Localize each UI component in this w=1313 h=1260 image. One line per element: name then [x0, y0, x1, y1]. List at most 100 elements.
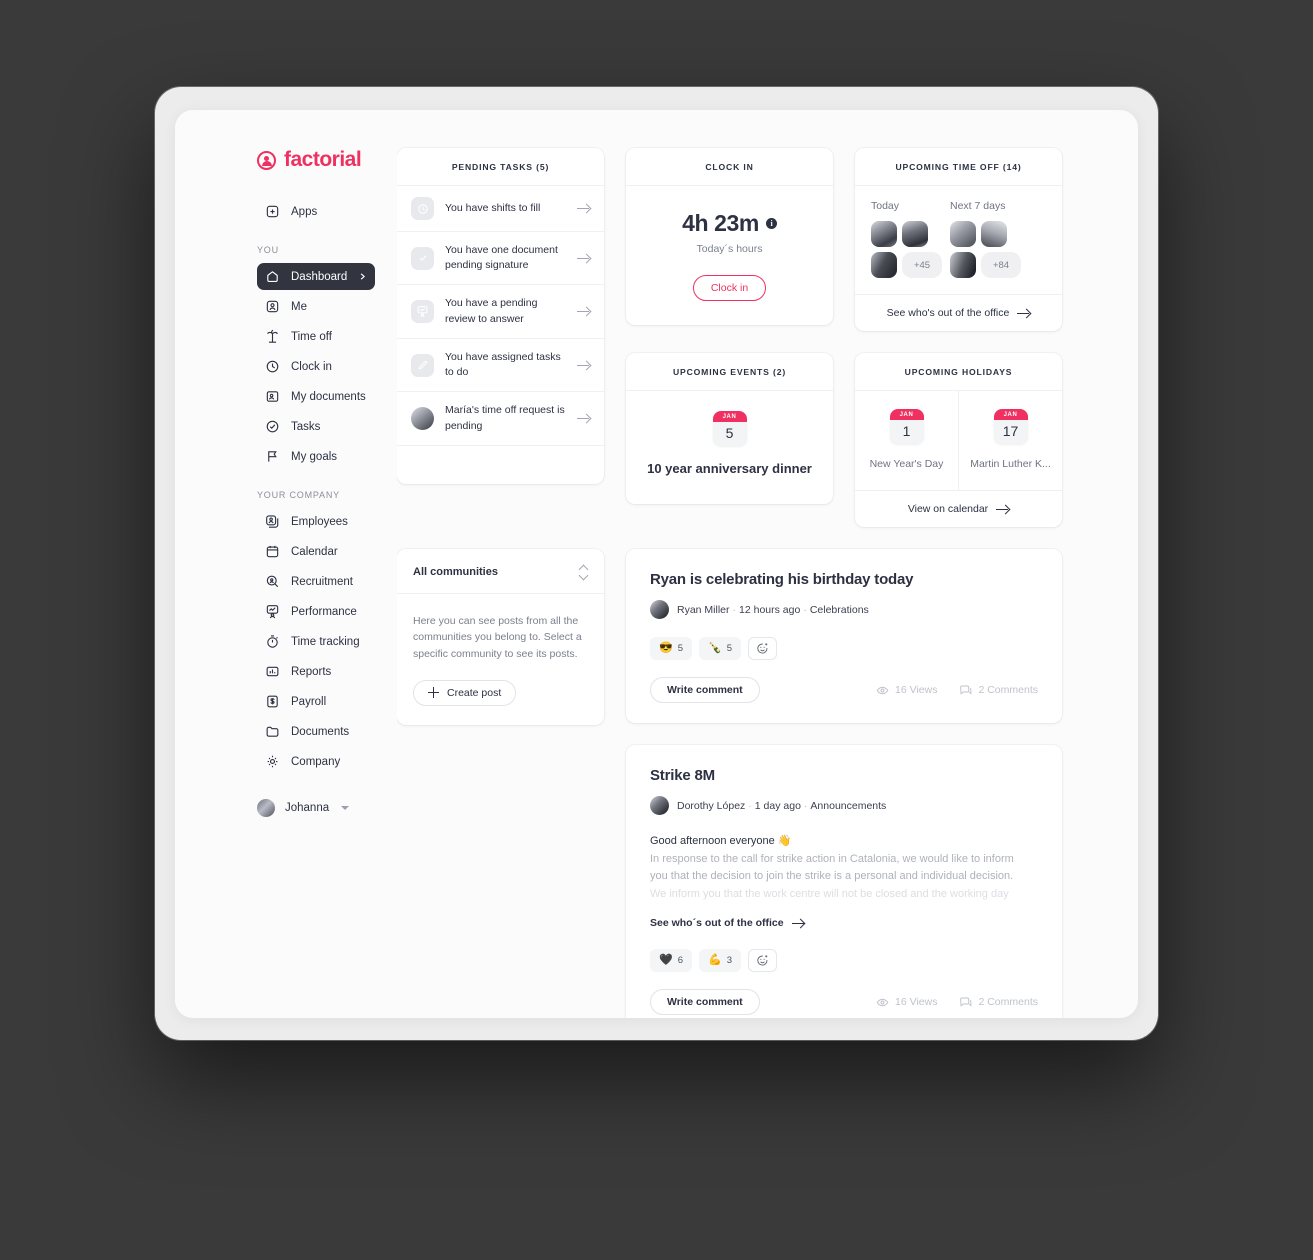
pending-tasks-spacer [397, 446, 604, 484]
sidebar-item-payroll[interactable]: Payroll [257, 688, 375, 715]
reaction-count: 5 [726, 643, 732, 654]
link-label: See who´s out of the office [650, 917, 784, 930]
sidebar-user-menu[interactable]: Johanna [257, 799, 397, 817]
avatar [650, 600, 669, 619]
reaction-chip[interactable]: 🍾 5 [699, 637, 741, 660]
post-body-line: We inform you that the work centre will … [650, 887, 1009, 900]
pending-task-item[interactable]: You have a pending review to answer [397, 285, 604, 339]
pending-task-item[interactable]: You have shifts to fill [397, 186, 604, 232]
post-body: Good afternoon everyone 👋 In response to… [650, 833, 1038, 903]
calendar-icon [266, 545, 279, 558]
sidebar-item-my-goals[interactable]: My goals [257, 443, 375, 470]
arrow-right-icon [577, 204, 590, 214]
sidebar-item-time-tracking[interactable]: Time tracking [257, 628, 375, 655]
avatar [257, 799, 275, 817]
clock-in-card: CLOCK IN 4h 23m i Today´s hours Clock in [626, 148, 833, 325]
communities-description: Here you can see posts from all the comm… [413, 615, 582, 660]
sidebar-item-calendar[interactable]: Calendar [257, 538, 375, 565]
chevron-down-icon [579, 573, 588, 578]
arrow-right-icon [1017, 308, 1030, 318]
brand-logo[interactable]: factorial [175, 148, 397, 172]
arrow-right-icon [577, 307, 590, 317]
sidebar-item-recruitment[interactable]: Recruitment [257, 568, 375, 595]
post-card: Strike 8M Dorothy López · 1 day ago · Announ… [626, 745, 1062, 1018]
avatar[interactable] [950, 221, 976, 247]
clock-in-button[interactable]: Clock in [692, 275, 767, 301]
reaction-chip[interactable]: 😎 5 [650, 637, 692, 660]
community-selector-stepper[interactable] [579, 565, 588, 578]
arrow-right-icon [996, 504, 1009, 514]
community-selector-value[interactable]: All communities [413, 566, 498, 578]
pencil-icon [411, 353, 434, 377]
palm-tree-icon [267, 329, 278, 343]
pending-task-label: You have shifts to fill [445, 201, 541, 214]
check-circle-icon [266, 420, 279, 433]
avatar[interactable] [902, 221, 928, 247]
column-label: Today [871, 200, 900, 212]
add-reaction-button[interactable] [748, 949, 777, 973]
link-label: See who's out of the office [886, 307, 1010, 319]
post-author: Ryan Miller [677, 603, 730, 616]
sidebar-item-label: Clock in [291, 360, 332, 373]
clock-in-time-value: 4h 23m [682, 210, 759, 236]
avatar[interactable] [871, 252, 897, 278]
pending-task-item[interactable]: You have assigned tasks to do [397, 339, 604, 393]
sidebar-item-time-off[interactable]: Time off [257, 323, 375, 350]
create-post-button[interactable]: Create post [413, 679, 517, 706]
chevron-up-icon [579, 565, 588, 570]
post-views: 16 Views [876, 996, 937, 1009]
add-reaction-button[interactable] [748, 637, 777, 660]
avatar-overflow-count[interactable]: +45 [902, 252, 942, 278]
sidebar-item-apps[interactable]: Apps [257, 198, 375, 225]
reaction-emoji: 🍾 [708, 642, 722, 654]
sidebar-item-clock-in[interactable]: Clock in [257, 353, 375, 380]
sidebar-item-tasks[interactable]: Tasks [257, 413, 375, 440]
sidebar-item-performance[interactable]: Performance [257, 598, 375, 625]
avatar[interactable] [871, 221, 897, 247]
sidebar-item-me[interactable]: Me [257, 293, 375, 320]
post-read-more-link[interactable]: See who´s out of the office [650, 917, 805, 929]
app-window: factorial Apps YOU Dashboard Me Time off… [175, 110, 1138, 1018]
sidebar-item-dashboard[interactable]: Dashboard [257, 263, 375, 290]
view-on-calendar-link[interactable]: View on calendar [855, 490, 1062, 527]
views-label: 16 Views [895, 996, 938, 1009]
post-meta: Ryan Miller · 12 hours ago · Celebrations [677, 603, 869, 616]
clock-in-subtitle: Today´s hours [696, 243, 763, 255]
brand-name: factorial [284, 148, 362, 171]
avatar-overflow-count[interactable]: +84 [981, 252, 1021, 278]
pending-task-item[interactable]: María's time off request is pending [397, 392, 604, 446]
calendar-badge-month: JAN [712, 411, 747, 422]
write-comment-button[interactable]: Write comment [650, 989, 760, 1016]
info-icon[interactable]: i [765, 218, 777, 229]
reaction-chip[interactable]: 💪 3 [699, 949, 741, 973]
sidebar-item-reports[interactable]: Reports [257, 658, 375, 685]
avatar[interactable] [950, 252, 976, 278]
post-meta: Dorothy López · 1 day ago · Announcements [677, 799, 887, 812]
flag-icon [268, 451, 277, 462]
write-comment-button[interactable]: Write comment [650, 677, 760, 703]
card-title: UPCOMING TIME OFF (14) [855, 148, 1062, 186]
avatar[interactable] [981, 221, 1007, 247]
communities-card: All communities Here you can see posts f… [397, 549, 604, 725]
see-whos-out-link[interactable]: See who's out of the office [855, 294, 1062, 331]
sidebar-item-my-documents[interactable]: My documents [257, 383, 375, 410]
sidebar-item-documents[interactable]: Documents [257, 718, 375, 745]
reaction-chip[interactable]: 🖤 6 [650, 949, 692, 973]
holiday-item[interactable]: JAN 17 Martin Luther K... [958, 391, 1062, 490]
clock-icon [411, 197, 434, 220]
pending-task-item[interactable]: You have one document pending signature [397, 232, 604, 286]
check-icon [411, 246, 434, 270]
performance-icon [266, 605, 279, 619]
calendar-date-badge: JAN 17 [993, 409, 1028, 444]
sidebar-item-label: Recruitment [291, 575, 353, 588]
home-icon [267, 271, 278, 282]
user-square-icon [266, 300, 279, 313]
sidebar-item-label: Apps [291, 205, 318, 218]
sidebar-item-company[interactable]: Company [257, 748, 375, 775]
sidebar-section-you-label: YOU [257, 245, 279, 255]
holiday-item[interactable]: JAN 1 New Year's Day [855, 391, 958, 490]
sidebar-item-label: Documents [291, 725, 350, 738]
sidebar-item-employees[interactable]: Employees [257, 508, 375, 535]
sidebar-item-label: Performance [291, 605, 357, 618]
plus-icon [428, 687, 439, 699]
